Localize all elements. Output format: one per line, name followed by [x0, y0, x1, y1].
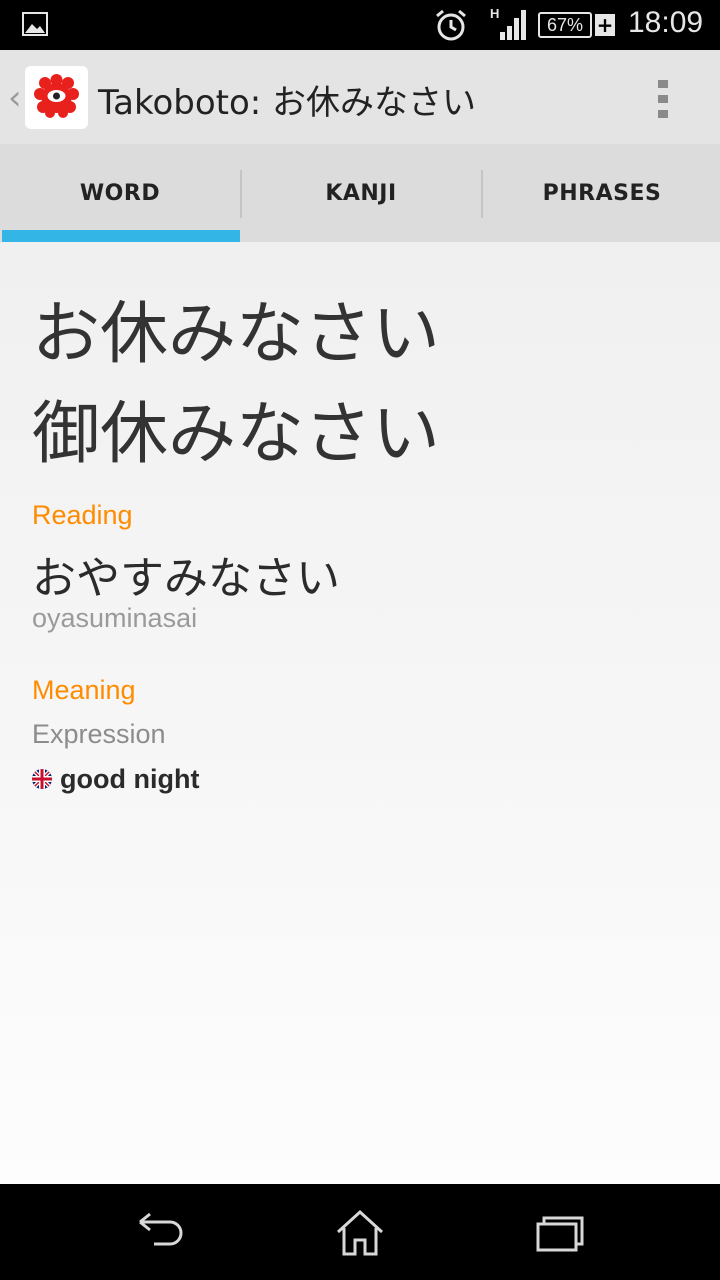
alarm-icon: [436, 9, 466, 41]
gloss-row: good night: [32, 761, 199, 797]
battery-icon: 67%: [538, 12, 592, 38]
tab-phrases-label: PHRASES: [542, 180, 662, 206]
romaji: oyasuminasai: [32, 603, 198, 633]
headword-kanji: 御休みなさい: [32, 395, 441, 474]
status-bar: H 67% + 18:09: [0, 0, 720, 50]
charging-icon: +: [595, 13, 615, 37]
tab-bar: WORD KANJI PHRASES: [0, 144, 720, 243]
tab-word-label: WORD: [79, 180, 161, 206]
tab-kanji[interactable]: KANJI: [241, 144, 481, 242]
octopus-logo-icon[interactable]: [25, 66, 88, 129]
headword-kana: お休みなさい: [32, 295, 441, 374]
clock: 18:09: [628, 6, 704, 39]
home-icon[interactable]: [330, 1208, 390, 1258]
word-detail: お休みなさい 御休みなさい Reading おやすみなさい oyasuminas…: [0, 242, 720, 1184]
tab-phrases[interactable]: PHRASES: [482, 144, 720, 242]
network-type-label: H: [490, 6, 499, 21]
gallery-icon: [22, 12, 48, 36]
meaning-label: Meaning: [32, 675, 136, 705]
tab-word[interactable]: WORD: [0, 144, 240, 242]
reading-kana: おやすみなさい: [32, 553, 340, 604]
action-bar: ‹ Takoboto: お休みなさい: [0, 50, 720, 144]
selected-tab-indicator: [2, 230, 240, 242]
recents-icon[interactable]: [530, 1208, 590, 1258]
battery-level: 67%: [546, 15, 584, 35]
part-of-speech: Expression: [32, 719, 166, 749]
overflow-menu-icon[interactable]: [652, 74, 676, 124]
page-title: Takoboto: お休みなさい: [98, 83, 477, 123]
signal-icon: H: [490, 6, 526, 40]
up-caret-icon[interactable]: ‹: [8, 78, 22, 118]
uk-flag-icon: [32, 769, 52, 789]
tab-kanji-label: KANJI: [325, 180, 397, 206]
navigation-bar: [0, 1184, 720, 1280]
gloss-text: good night: [60, 763, 200, 794]
back-icon[interactable]: [132, 1208, 192, 1258]
reading-label: Reading: [32, 500, 133, 530]
